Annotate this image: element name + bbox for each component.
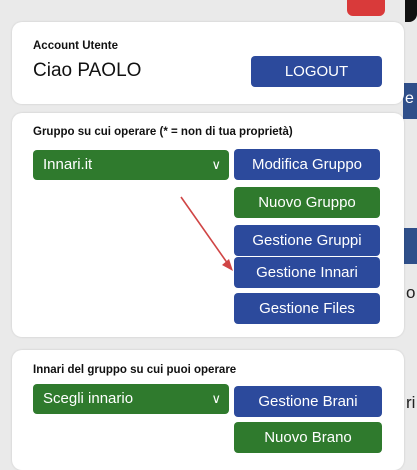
group-panel: Gruppo su cui operare (* = non di tua pr…: [12, 113, 404, 337]
logout-button[interactable]: LOGOUT: [251, 56, 382, 87]
chevron-down-icon: ∨: [211, 391, 221, 406]
group-title: Gruppo su cui operare (* = non di tua pr…: [33, 126, 293, 138]
background-text-o: o: [406, 283, 416, 302]
background-text-e: e: [405, 90, 414, 107]
hymnals-panel: Innari del gruppo su cui puoi operare Sc…: [12, 350, 404, 470]
group-select-value: Innari.it: [43, 156, 93, 173]
new-group-button[interactable]: Nuovo Gruppo: [234, 187, 380, 218]
manage-songs-button[interactable]: Gestione Brani: [234, 386, 382, 417]
background-red-tab: [347, 0, 385, 16]
hymnal-select[interactable]: Scegli innario ∨: [33, 384, 229, 414]
background-dark-mark: [405, 0, 417, 22]
account-panel: Account Utente Ciao PAOLO LOGOUT: [12, 22, 404, 104]
background-nav-strip-2: [403, 228, 417, 264]
manage-hymnals-button[interactable]: Gestione Innari: [234, 257, 380, 288]
group-select[interactable]: Innari.it ∨: [33, 150, 229, 180]
edit-group-button[interactable]: Modifica Gruppo: [234, 149, 380, 180]
new-song-button[interactable]: Nuovo Brano: [234, 422, 382, 453]
greeting-text: Ciao PAOLO: [33, 60, 142, 81]
manage-groups-button[interactable]: Gestione Gruppi: [234, 225, 380, 256]
background-text-ri: ri: [406, 393, 416, 412]
chevron-down-icon: ∨: [211, 157, 221, 172]
account-title: Account Utente: [33, 40, 118, 52]
manage-files-button[interactable]: Gestione Files: [234, 293, 380, 324]
hymnal-select-value: Scegli innario: [43, 390, 134, 407]
hymnals-title: Innari del gruppo su cui puoi operare: [33, 364, 237, 376]
